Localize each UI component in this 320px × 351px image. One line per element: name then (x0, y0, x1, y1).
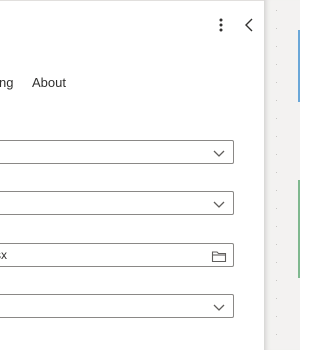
accent-bar-bottom (298, 180, 300, 278)
folder-icon[interactable] (211, 249, 227, 263)
chevron-left-icon (245, 18, 253, 32)
chevron-down-icon (213, 201, 225, 208)
grid-dot (276, 10, 277, 11)
grid-dot (276, 28, 277, 29)
more-vertical-icon (219, 18, 223, 32)
chevron-down-icon (213, 304, 225, 311)
grid-dot (276, 136, 277, 137)
grid-dot (276, 226, 277, 227)
file-path-input[interactable]: sx (0, 243, 234, 267)
grid-dot (276, 244, 277, 245)
dropdown-2[interactable] (0, 191, 234, 215)
grid-dot (276, 298, 277, 299)
dropdown-1[interactable] (0, 140, 234, 164)
grid-dot (276, 280, 277, 281)
grid-dot (276, 208, 277, 209)
grid-dot (276, 154, 277, 155)
collapse-pane-button[interactable] (240, 16, 258, 34)
grid-dot (276, 64, 277, 65)
worksheet-background (264, 0, 300, 350)
grid-dot (276, 46, 277, 47)
tab-about[interactable]: About (32, 75, 66, 90)
grid-dot (276, 172, 277, 173)
accent-bar-top (298, 30, 300, 102)
grid-dot (276, 82, 277, 83)
grid-dot (276, 100, 277, 101)
grid-dot (276, 262, 277, 263)
grid-dot (276, 190, 277, 191)
grid-dot (276, 334, 277, 335)
dropdown-3[interactable] (0, 294, 234, 318)
grid-dot (276, 118, 277, 119)
task-pane: ng About sx (0, 0, 264, 351)
more-options-icon[interactable] (212, 16, 230, 34)
chevron-down-icon (213, 150, 225, 157)
tab-partial[interactable]: ng (0, 75, 13, 90)
file-path-value: sx (0, 248, 7, 262)
grid-dot (276, 316, 277, 317)
